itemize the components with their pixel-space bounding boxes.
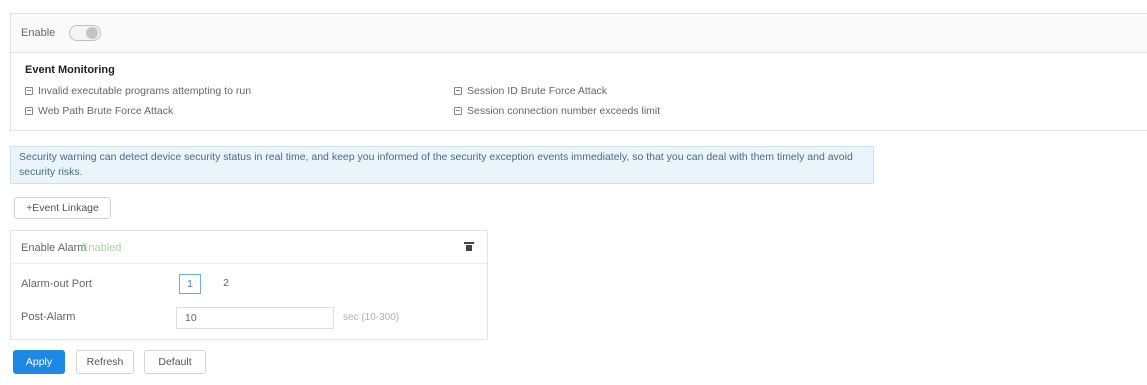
event-monitoring-panel: Event Monitoring Invalid executable prog… — [10, 53, 1147, 131]
lock-icon — [454, 107, 462, 115]
enable-label: Enable — [21, 27, 56, 39]
lock-icon — [25, 107, 33, 115]
default-button[interactable]: Default — [144, 350, 206, 374]
delete-icon[interactable] — [464, 242, 474, 251]
event-item-label: Invalid executable programs attempting t… — [38, 85, 252, 97]
event-item-label: Session connection number exceeds limit — [467, 105, 661, 117]
event-item-label: Session ID Brute Force Attack — [467, 85, 608, 97]
event-item-invalid-programs: Invalid executable programs attempting t… — [25, 85, 251, 97]
lock-icon — [25, 87, 33, 95]
event-item-session-connection-limit: Session connection number exceeds limit — [454, 105, 660, 117]
apply-button[interactable]: Apply — [13, 350, 65, 374]
lock-icon — [454, 87, 462, 95]
toggle-knob — [86, 27, 98, 39]
alarm-status: Enabled — [81, 242, 122, 254]
alarm-out-port-label: Alarm-out Port — [21, 278, 92, 290]
event-item-session-id-brute-force: Session ID Brute Force Attack — [454, 85, 607, 97]
enable-bar: Enable — [10, 13, 1147, 53]
enable-toggle[interactable] — [69, 25, 101, 41]
port-1-button[interactable]: 1 — [179, 274, 201, 294]
alarm-card-header: Enable Alarm Enabled — [11, 231, 487, 264]
security-info-banner: Security warning can detect device secur… — [10, 146, 874, 184]
alarm-card-title: Enable Alarm — [21, 242, 87, 254]
event-item-label: Web Path Brute Force Attack — [38, 105, 174, 117]
alarm-card: Enable Alarm Enabled Alarm-out Port 1 2 … — [10, 230, 488, 340]
post-alarm-label: Post-Alarm — [21, 311, 76, 323]
post-alarm-input[interactable] — [176, 307, 334, 329]
event-item-web-path-brute-force: Web Path Brute Force Attack — [25, 105, 173, 117]
event-linkage-button[interactable]: +Event Linkage — [14, 197, 111, 219]
refresh-button[interactable]: Refresh — [76, 350, 134, 374]
post-alarm-unit: sec (10-300) — [343, 312, 400, 323]
port-2-button[interactable]: 2 — [215, 274, 237, 294]
event-monitoring-title: Event Monitoring — [25, 64, 115, 76]
